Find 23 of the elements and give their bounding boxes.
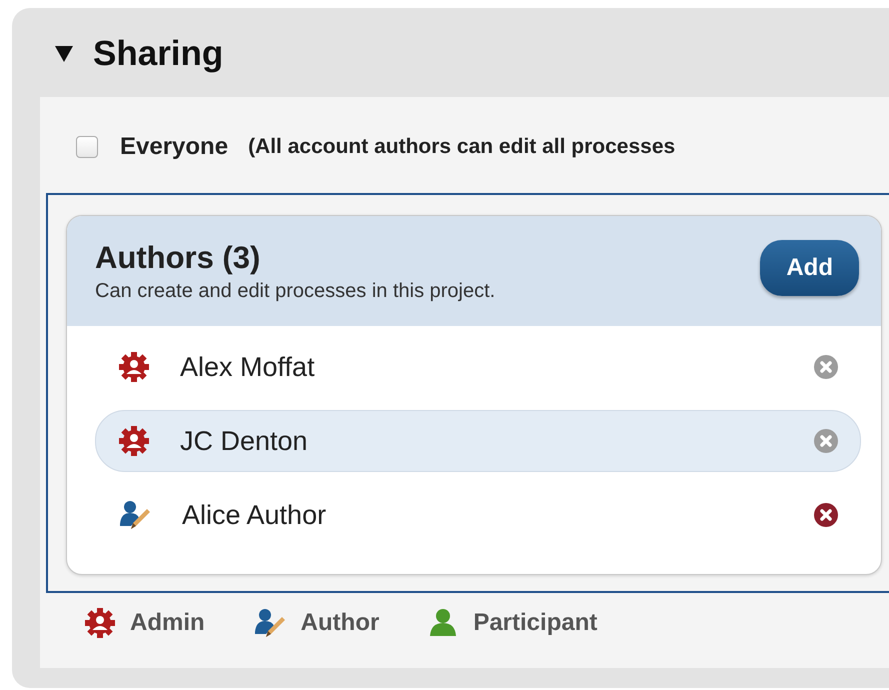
remove-icon[interactable] bbox=[814, 503, 838, 527]
member-name: Alex Moffat bbox=[180, 352, 316, 382]
collapse-triangle-icon[interactable] bbox=[55, 46, 73, 62]
checkbox[interactable] bbox=[76, 136, 98, 158]
member-row[interactable]: Alice Author bbox=[95, 484, 861, 546]
person-pencil-icon bbox=[252, 607, 287, 639]
legend-label: Author bbox=[300, 609, 380, 637]
checkbox-label: Everyone bbox=[120, 132, 228, 160]
everyone-note: (All account authors can edit all processes bbox=[248, 134, 676, 158]
legend-label: Admin bbox=[130, 609, 205, 637]
member-name: JC Denton bbox=[180, 426, 309, 456]
admin-gear-icon bbox=[84, 607, 116, 639]
admin-gear-icon bbox=[118, 351, 150, 383]
admin-gear-icon bbox=[118, 425, 150, 457]
member-row[interactable]: JC Denton bbox=[95, 410, 861, 472]
section-title: Sharing bbox=[93, 34, 224, 74]
member-name: Alice Author bbox=[182, 500, 328, 530]
person-pencil-icon bbox=[118, 499, 152, 531]
add-button[interactable]: Add bbox=[760, 240, 859, 296]
legend-label: Participant bbox=[473, 609, 598, 637]
authors-subtitle: Can create and edit processes in this project. bbox=[95, 280, 496, 302]
member-row[interactable]: Alex Moffat bbox=[95, 336, 861, 398]
authors-title: Authors (3) bbox=[95, 240, 262, 276]
